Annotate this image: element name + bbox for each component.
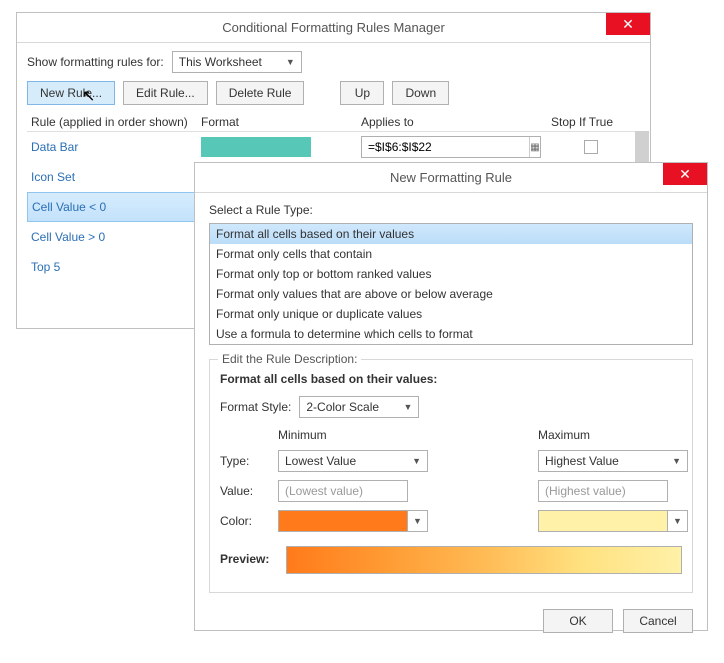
- preview-label: Preview:: [220, 546, 278, 574]
- move-up-button[interactable]: Up: [340, 81, 384, 105]
- window-title: New Formatting Rule: [390, 170, 512, 185]
- edit-legend: Edit the Rule Description:: [218, 352, 361, 366]
- rule-type-item[interactable]: Format only cells that contain: [210, 244, 692, 264]
- chevron-down-icon: ▼: [667, 511, 687, 531]
- rule-name: Data Bar: [31, 140, 201, 154]
- col-applies: Applies to: [361, 115, 551, 129]
- ok-button[interactable]: OK: [543, 609, 613, 633]
- max-color-dropdown[interactable]: ▼: [538, 510, 688, 532]
- select-type-label: Select a Rule Type:: [209, 203, 693, 217]
- rule-type-list[interactable]: Format all cells based on their values F…: [209, 223, 693, 345]
- chevron-down-icon: ▼: [412, 456, 421, 466]
- min-value-input[interactable]: (Lowest value): [278, 480, 408, 502]
- min-color-dropdown[interactable]: ▼: [278, 510, 428, 532]
- rule-row[interactable]: Data Bar ▦: [27, 132, 640, 162]
- titlebar: New Formatting Rule ✕: [195, 163, 707, 193]
- rule-type-item[interactable]: Format only unique or duplicate values: [210, 304, 692, 324]
- rule-type-item[interactable]: Use a formula to determine which cells t…: [210, 324, 692, 344]
- col-stop: Stop If True: [551, 115, 631, 129]
- cancel-button[interactable]: Cancel: [623, 609, 693, 633]
- close-icon[interactable]: ✕: [663, 163, 707, 185]
- edit-description-group: Edit the Rule Description: Format all ce…: [209, 359, 693, 593]
- applies-field[interactable]: [362, 140, 529, 154]
- format-preview: [201, 137, 311, 157]
- max-type-dropdown[interactable]: Highest Value ▼: [538, 450, 688, 472]
- minimum-label: Minimum: [278, 428, 438, 442]
- rule-name: Icon Set: [31, 170, 201, 184]
- maximum-label: Maximum: [538, 428, 698, 442]
- max-value-input[interactable]: (Highest value): [538, 480, 668, 502]
- format-style-dropdown[interactable]: 2-Color Scale ▼: [299, 396, 419, 418]
- rule-type-item[interactable]: Format only top or bottom ranked values: [210, 264, 692, 284]
- rules-header: Rule (applied in order shown) Format App…: [27, 113, 640, 131]
- col-rule: Rule (applied in order shown): [31, 115, 201, 129]
- format-style-label: Format Style:: [220, 400, 291, 414]
- color-label: Color:: [220, 514, 278, 528]
- type-label: Type:: [220, 454, 278, 468]
- window-title: Conditional Formatting Rules Manager: [222, 20, 445, 35]
- format-style-value: 2-Color Scale: [306, 400, 379, 414]
- edit-rule-button[interactable]: Edit Rule...: [123, 81, 208, 105]
- chevron-down-icon: ▼: [407, 511, 427, 531]
- rule-name: Top 5: [31, 260, 201, 274]
- color-swatch: [539, 511, 667, 531]
- preview-gradient: [286, 546, 682, 574]
- chevron-down-icon: ▼: [403, 402, 412, 412]
- rule-name: Cell Value < 0: [32, 200, 202, 214]
- show-rules-label: Show formatting rules for:: [27, 55, 164, 69]
- min-type-dropdown[interactable]: Lowest Value ▼: [278, 450, 428, 472]
- rule-name: Cell Value > 0: [31, 230, 201, 244]
- titlebar: Conditional Formatting Rules Manager ✕: [17, 13, 650, 43]
- range-picker-icon[interactable]: ▦: [529, 137, 540, 157]
- stop-if-true-checkbox[interactable]: [584, 140, 598, 154]
- chevron-down-icon: ▼: [672, 456, 681, 466]
- scope-dropdown[interactable]: This Worksheet ▼: [172, 51, 302, 73]
- chevron-down-icon: ▼: [286, 57, 295, 67]
- scrollbar-thumb[interactable]: [635, 131, 649, 163]
- color-swatch: [279, 511, 407, 531]
- scope-value: This Worksheet: [179, 55, 262, 69]
- rule-type-item[interactable]: Format all cells based on their values: [210, 224, 692, 244]
- move-down-button[interactable]: Down: [392, 81, 449, 105]
- delete-rule-button[interactable]: Delete Rule: [216, 81, 305, 105]
- applies-to-input[interactable]: ▦: [361, 136, 541, 158]
- rule-type-item[interactable]: Format only values that are above or bel…: [210, 284, 692, 304]
- new-rule-dialog: New Formatting Rule ✕ Select a Rule Type…: [194, 162, 708, 631]
- col-format: Format: [201, 115, 361, 129]
- close-icon[interactable]: ✕: [606, 13, 650, 35]
- new-rule-button[interactable]: New Rule...: [27, 81, 115, 105]
- value-label: Value:: [220, 484, 278, 498]
- rule-heading: Format all cells based on their values:: [220, 372, 682, 386]
